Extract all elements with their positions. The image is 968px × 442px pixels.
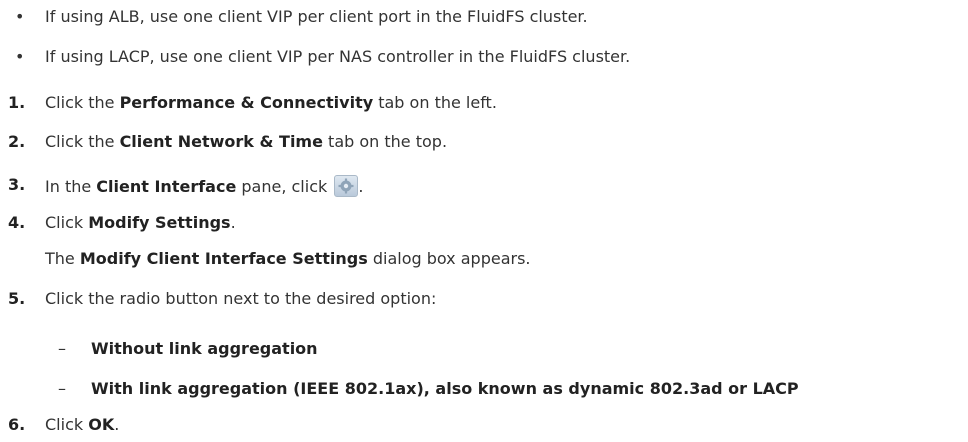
step-text: Click OK. bbox=[45, 415, 120, 434]
step-text: Click the radio button next to the desir… bbox=[45, 289, 437, 308]
step-number: 1. bbox=[8, 93, 26, 112]
step-result-text: The Modify Client Interface Settings dia… bbox=[45, 249, 531, 268]
option-dash: – bbox=[58, 339, 66, 358]
bullet-marker: • bbox=[15, 7, 25, 26]
ui-label-ok: OK bbox=[88, 415, 115, 434]
step-number: 2. bbox=[8, 132, 26, 151]
bullet-marker: • bbox=[15, 47, 25, 66]
step-number: 5. bbox=[8, 289, 26, 308]
ui-label-modify-settings: Modify Settings bbox=[88, 213, 231, 232]
step-text: Click the Performance & Connectivity tab… bbox=[45, 93, 497, 112]
ui-label-client-interface: Client Interface bbox=[96, 177, 237, 196]
step-number: 3. bbox=[8, 175, 26, 194]
option-without-link-aggregation: Without link aggregation bbox=[91, 339, 318, 358]
ui-label-modify-client-interface-settings: Modify Client Interface Settings bbox=[79, 249, 368, 268]
step-text: Click Modify Settings. bbox=[45, 213, 236, 232]
gear-icon bbox=[334, 175, 359, 197]
step-text: In the Client Interface pane, click . bbox=[45, 175, 364, 197]
bullet-text-alb: If using ALB, use one client VIP per cli… bbox=[45, 7, 588, 26]
ui-label-client-network-time: Client Network & Time bbox=[119, 132, 323, 151]
bullet-text-lacp: If using LACP, use one client VIP per NA… bbox=[45, 47, 631, 66]
option-dash: – bbox=[58, 379, 66, 398]
step-number: 4. bbox=[8, 213, 26, 232]
ui-label-performance-connectivity: Performance & Connectivity bbox=[119, 93, 374, 112]
step-text: Click the Client Network & Time tab on t… bbox=[45, 132, 448, 151]
option-with-link-aggregation: With link aggregation (IEEE 802.1ax), al… bbox=[91, 379, 799, 398]
step-number: 6. bbox=[8, 415, 26, 434]
